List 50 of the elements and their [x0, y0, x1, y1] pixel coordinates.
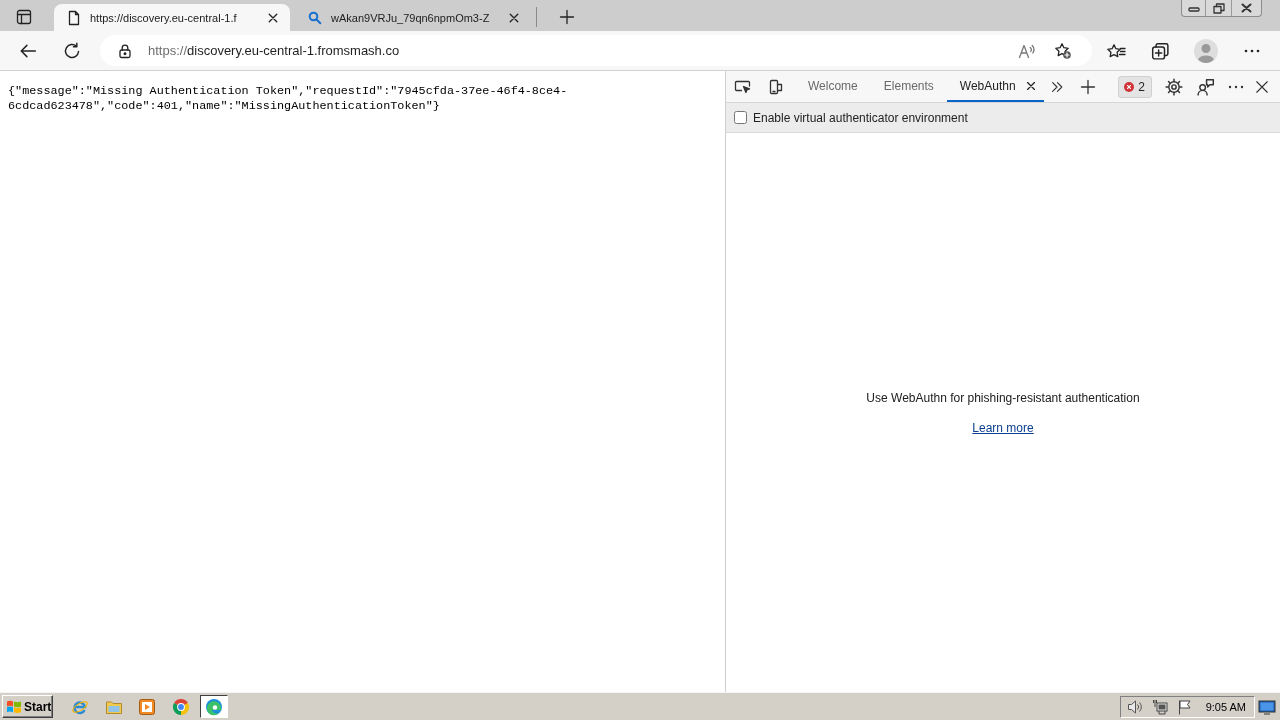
- devtools-tab[interactable]: Welcome: [795, 71, 871, 102]
- more-icon: [1244, 48, 1260, 53]
- start-logo-icon: [6, 699, 22, 714]
- devtools-tab[interactable]: Elements: [870, 71, 947, 102]
- close-icon: [508, 11, 520, 24]
- close-icon: [1254, 79, 1269, 94]
- close-icon: [267, 11, 279, 24]
- address-bar[interactable]: https://discovery.eu-central-1.fromsmash.co: [100, 35, 1092, 66]
- read-aloud-icon: [1018, 42, 1036, 59]
- browser-tab[interactable]: https://discovery.eu-central-1.f: [54, 4, 290, 31]
- search-icon: [307, 9, 323, 26]
- avatar-icon: [1194, 38, 1218, 63]
- star-list-icon: [1106, 42, 1126, 59]
- computer-icon: [1151, 698, 1168, 715]
- json-response-text: {"message":"Missing Authentication Token","requestId":"7945cfda-37ee-46f4-8ce4-6cdcad623478","code":401,"name":"MissingAuthenticationToken"}: [8, 84, 569, 114]
- refresh-icon: [63, 41, 81, 60]
- empty-state-text: Use WebAuthn for phishing-resistant authentication: [866, 390, 1140, 405]
- restore-icon: [1212, 2, 1225, 14]
- minimize-icon: [1187, 4, 1200, 12]
- collections-icon: [1151, 41, 1169, 60]
- window-panel-icon: [16, 9, 32, 25]
- plus-icon: [559, 9, 575, 25]
- document-icon: [66, 9, 82, 26]
- learn-more-link[interactable]: Learn more: [972, 420, 1034, 435]
- issues-button[interactable]: 2: [1117, 75, 1152, 98]
- more-icon: [1227, 84, 1244, 89]
- chevrons-icon: [1049, 79, 1064, 94]
- error-icon: [1124, 81, 1135, 92]
- url-text: https://discovery.eu-central-1.fromsmash.co: [148, 43, 401, 58]
- flag-icon: [1176, 698, 1193, 715]
- start-button[interactable]: Start: [2, 695, 53, 718]
- close-icon: [1241, 3, 1252, 13]
- swirl-icon: [205, 697, 223, 716]
- play-tile-icon: [138, 697, 156, 716]
- lock-icon: [117, 42, 133, 59]
- checkbox[interactable]: [734, 111, 747, 124]
- browser-tab[interactable]: wAkan9VRJu_79qn6npmOm3-Z: [295, 4, 531, 31]
- monitor-icon: [1258, 698, 1276, 715]
- checkbox-label: Enable virtual authenticator environment: [753, 110, 968, 125]
- inspect-icon: [734, 78, 752, 95]
- clock-text: 9:05 AM: [1205, 700, 1246, 713]
- close-icon: [1025, 80, 1036, 91]
- feedback-icon: [1196, 77, 1215, 96]
- taskbar-app-button[interactable]: [200, 695, 228, 718]
- tricolor-circle-icon: [171, 697, 190, 716]
- settings-icon: [1164, 77, 1183, 96]
- star-plus-icon: [1054, 41, 1072, 60]
- device-icon: [768, 78, 784, 95]
- plus-icon: [1079, 78, 1096, 95]
- speaker-icon: [1126, 698, 1143, 715]
